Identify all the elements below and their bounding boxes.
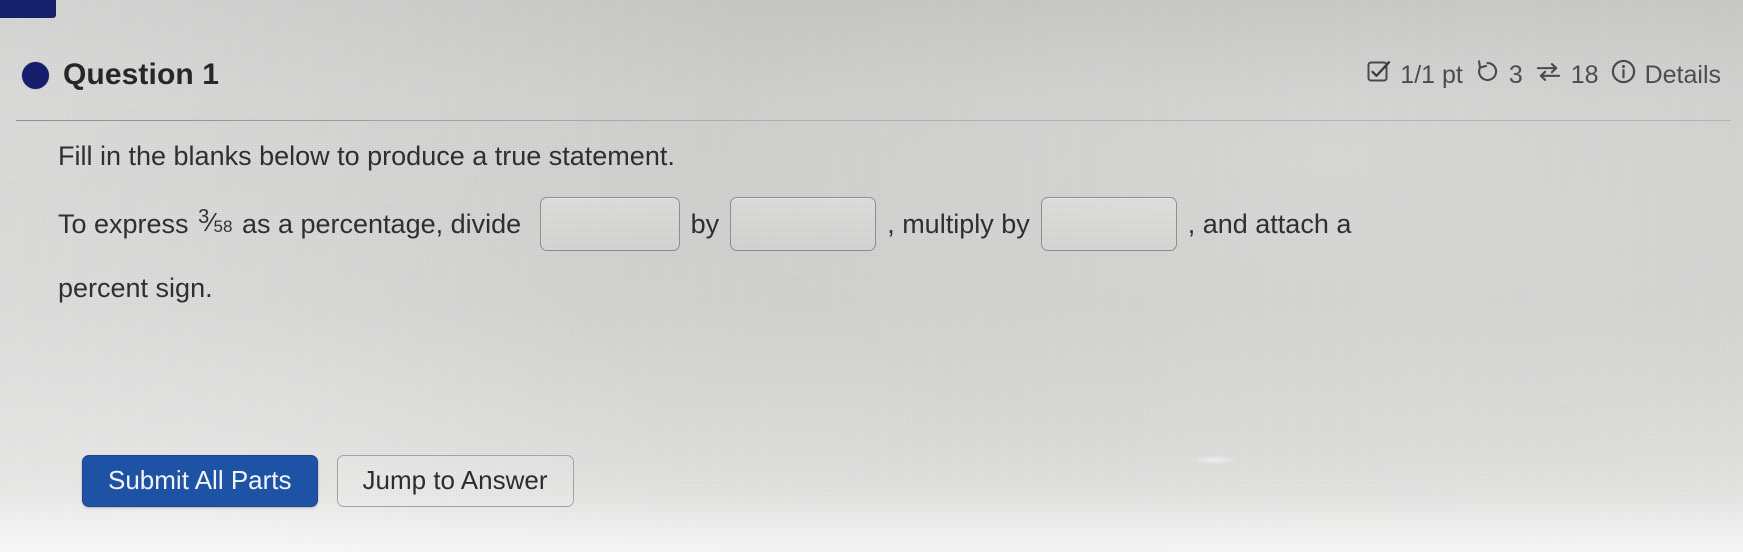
undo-circular-arrow-icon	[1474, 58, 1501, 92]
question-title: Question 1	[63, 58, 220, 91]
score-points: 1/1 pt	[1400, 60, 1463, 89]
answer-input-2[interactable]	[730, 196, 877, 251]
info-circle-icon[interactable]	[1610, 58, 1637, 92]
top-left-browser-accent	[0, 0, 56, 18]
question-meta-bar: 1/1 pt 3 18 Details	[1366, 58, 1721, 92]
statement-after-box-3: , and attach a	[1187, 208, 1352, 239]
versions-count: 18	[1570, 60, 1599, 89]
attempts-count: 3	[1508, 60, 1523, 89]
fraction-three-fifty-eighths: 3 ⁄ 58	[198, 205, 232, 240]
checked-checkbox-icon	[1366, 59, 1392, 92]
versions-group: 18	[1534, 58, 1599, 92]
instruction-text: Fill in the blanks below to produce a tr…	[58, 141, 675, 171]
fraction-numerator: 3	[198, 206, 210, 229]
question-body: Fill in the blanks below to produce a tr…	[58, 140, 1703, 304]
details-label[interactable]: Details	[1645, 61, 1721, 90]
statement-line: To express 3 ⁄ 58 as a percentage, divid…	[58, 196, 1703, 251]
screen-glare-smudge	[1185, 455, 1245, 465]
score-group: 1/1 pt	[1366, 59, 1463, 92]
swap-arrows-icon	[1534, 58, 1563, 92]
details-group[interactable]: Details	[1610, 58, 1721, 92]
question-status-dot-icon	[22, 61, 49, 89]
answer-input-3[interactable]	[1040, 196, 1177, 251]
attempts-group: 3	[1474, 58, 1523, 92]
submit-all-parts-button[interactable]: Submit All Parts	[82, 455, 318, 507]
statement-after-fraction: as a percentage, divide	[234, 208, 529, 239]
statement-connector-multiply: , multiply by	[887, 208, 1030, 239]
fraction-denominator: 58	[213, 217, 233, 237]
question-title-group: Question 1	[22, 58, 219, 92]
button-row: Submit All Parts Jump to Answer	[82, 455, 574, 507]
jump-to-answer-button[interactable]: Jump to Answer	[336, 455, 574, 507]
statement-prefix: To express	[58, 208, 197, 239]
statement-connector-by: by	[690, 208, 720, 239]
answer-input-1[interactable]	[539, 196, 680, 251]
statement-tail: percent sign.	[58, 272, 213, 303]
header-divider	[16, 120, 1731, 121]
